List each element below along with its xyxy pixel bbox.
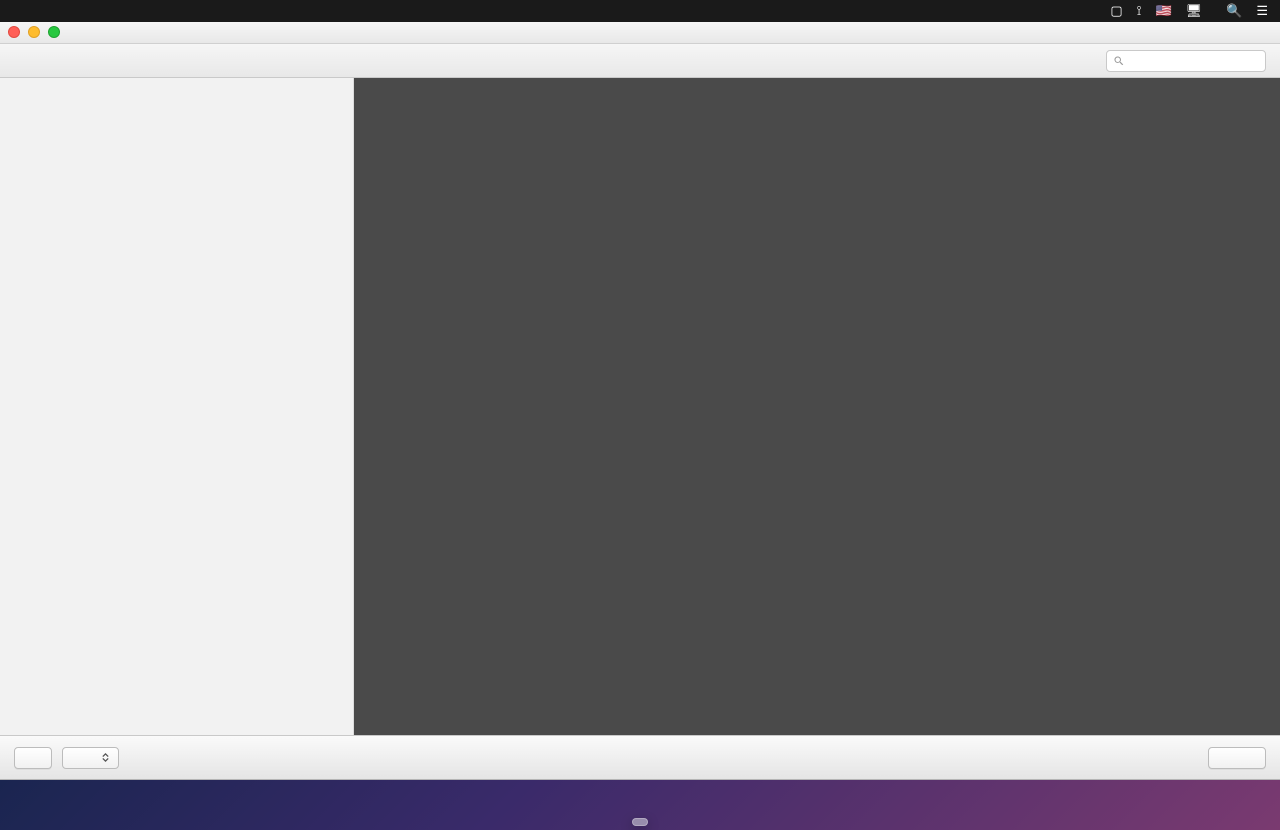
new-blank-button[interactable] — [14, 747, 52, 769]
footer — [0, 735, 1280, 779]
zoom-button[interactable] — [48, 26, 60, 38]
spotlight-icon[interactable]: 🔍 — [1226, 3, 1242, 19]
minimize-button[interactable] — [28, 26, 40, 38]
chevron-updown-icon — [101, 753, 110, 762]
search-input[interactable] — [1106, 50, 1266, 72]
flag-icon[interactable]: 🇺🇸 — [1155, 3, 1171, 19]
bluetooth-icon[interactable]: ⟟ — [1137, 3, 1142, 19]
macos-menubar: ▢ ⟟ 🇺🇸 🖥 🔍 ☰ — [0, 0, 1280, 22]
category-sidebar — [0, 78, 354, 735]
list-icon[interactable]: ☰ — [1256, 3, 1268, 19]
dock — [632, 818, 648, 826]
search-icon — [1113, 55, 1125, 67]
template-gallery-window — [0, 22, 1280, 780]
airplay-icon[interactable]: ▢ — [1110, 3, 1122, 19]
template-gallery[interactable] — [354, 78, 1280, 735]
choose-button[interactable] — [1208, 747, 1266, 769]
toolbar — [0, 44, 1280, 78]
desktop — [0, 780, 1280, 830]
titlebar[interactable] — [0, 22, 1280, 44]
display-icon[interactable]: 🖥 — [1186, 3, 1203, 19]
close-button[interactable] — [8, 26, 20, 38]
open-recent-select[interactable] — [62, 747, 119, 769]
